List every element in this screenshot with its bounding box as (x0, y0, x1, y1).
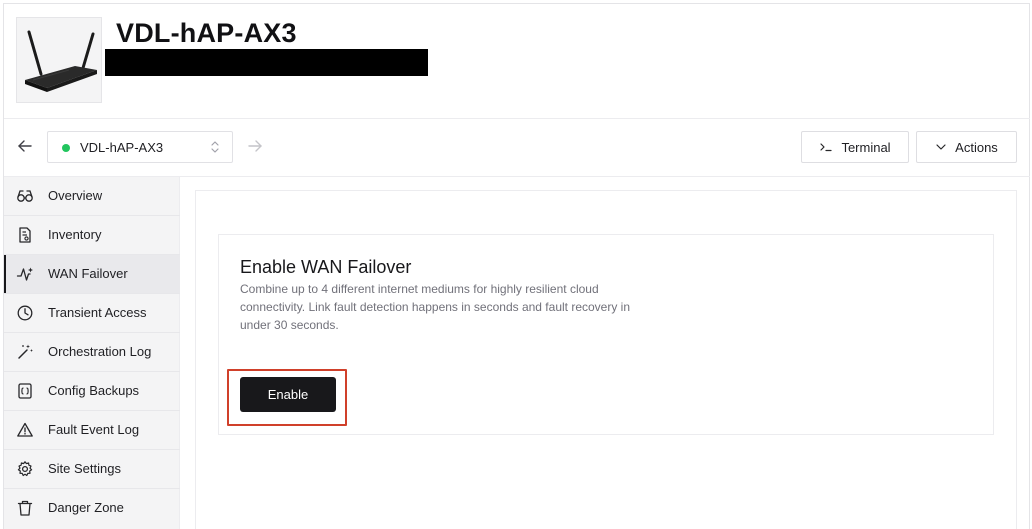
sidebar-item-label: Danger Zone (48, 500, 124, 515)
router-icon (25, 30, 97, 92)
sidebar-item-fault-event-log[interactable]: Fault Event Log (4, 411, 180, 449)
sidebar-item-label: Transient Access (48, 305, 147, 320)
inventory-icon (19, 227, 31, 243)
chevron-up-down-icon (211, 141, 219, 153)
forward-arrow-icon[interactable] (246, 137, 264, 155)
sidebar-item-overview[interactable]: Overview (4, 177, 180, 215)
sidebar-item-transient-access[interactable]: Transient Access (4, 294, 180, 332)
gear-icon (17, 461, 33, 477)
sidebar-item-config-backups[interactable]: Config Backups (4, 372, 180, 410)
header-divider (4, 118, 1030, 119)
back-arrow-icon[interactable] (16, 137, 34, 155)
sidebar-item-site-settings[interactable]: Site Settings (4, 450, 180, 488)
site-selector[interactable]: VDL-hAP-AX3 (47, 131, 233, 163)
sidebar-item-inventory[interactable]: Inventory (4, 216, 180, 254)
magic-wand-icon (18, 344, 33, 359)
actions-button[interactable]: Actions (916, 131, 1017, 163)
config-file-icon (18, 383, 32, 399)
sidebar-item-label: Overview (48, 188, 103, 203)
terminal-button[interactable]: Terminal (801, 131, 909, 163)
site-selector-value: VDL-hAP-AX3 (80, 140, 164, 155)
device-image (16, 17, 102, 103)
terminal-button-label: Terminal (841, 139, 891, 155)
trash-icon (17, 500, 33, 516)
sidebar-item-orchestration-log[interactable]: Orchestration Log (4, 333, 180, 371)
redaction-block (105, 49, 428, 76)
terminal-icon (820, 143, 833, 152)
clock-icon (17, 305, 33, 321)
warning-icon (17, 422, 33, 437)
sidebar-item-danger-zone[interactable]: Danger Zone (4, 489, 180, 527)
sidebar: Overview Inventory WAN Failover Transien… (4, 177, 180, 529)
sidebar-item-wan-failover[interactable]: WAN Failover (4, 255, 180, 293)
page-title: VDL-hAP-AX3 (116, 18, 297, 48)
sidebar-item-label: Config Backups (48, 383, 140, 398)
sidebar-item-label: Orchestration Log (48, 344, 152, 359)
online-status-dot (62, 144, 70, 152)
enable-button[interactable]: Enable (240, 377, 336, 412)
sidebar-item-label: WAN Failover (48, 266, 128, 281)
sidebar-item-label: Site Settings (48, 461, 121, 476)
sidebar-item-label: Inventory (48, 227, 102, 242)
card-description: Combine up to 4 different internet mediu… (240, 282, 631, 332)
sidebar-item-label: Fault Event Log (48, 422, 140, 437)
binoculars-icon (17, 190, 33, 202)
activity-icon (16, 267, 33, 281)
actions-button-label: Actions (955, 139, 998, 155)
chevron-down-icon (936, 144, 946, 150)
card-title: Enable WAN Failover (240, 257, 412, 277)
